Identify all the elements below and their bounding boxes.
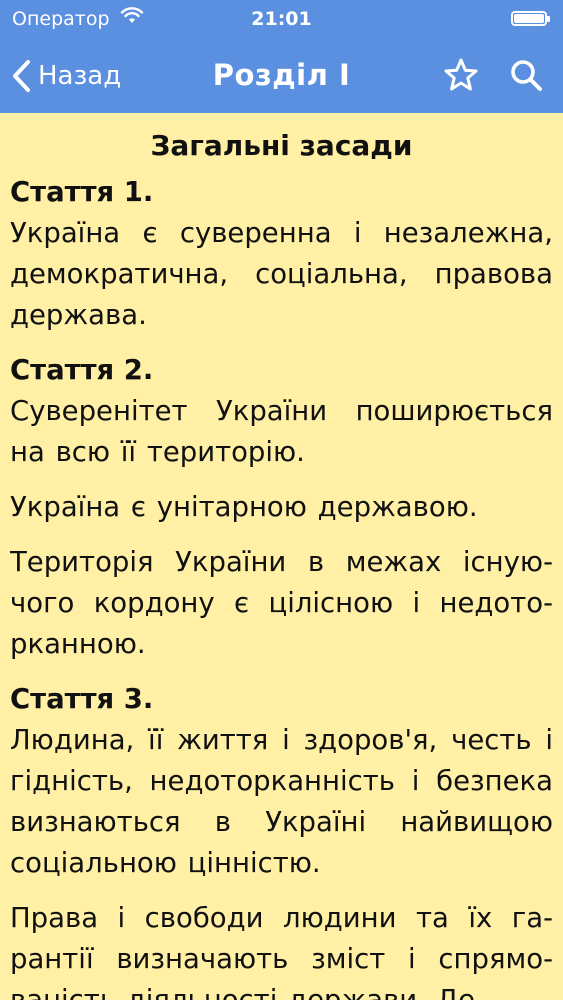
- article-paragraph: Територія України в межах існую­чого кор…: [10, 546, 553, 660]
- article-paragraph: Суверенітет України поширюється на всю ї…: [10, 395, 553, 468]
- search-icon[interactable]: [507, 56, 545, 94]
- star-icon[interactable]: [442, 56, 480, 94]
- article-paragraph: Україна є суверенна і незалежна, демокра…: [10, 217, 553, 331]
- section-title: Загальні засади: [150, 129, 413, 162]
- top-bar: Оператор 21:01 Назад Розділ I: [0, 0, 563, 113]
- article-content: Загальні засади Стаття 1. Україна є суве…: [10, 113, 553, 1000]
- status-bar: Оператор 21:01: [0, 0, 563, 40]
- battery-icon: [511, 11, 550, 26]
- article-title: Стаття 3.: [10, 683, 154, 715]
- article-title: Стаття 2.: [10, 354, 154, 386]
- navigation-bar: Назад Розділ I: [0, 40, 563, 113]
- status-time: 21:01: [251, 8, 312, 30]
- article-paragraph: Україна є унітарною державою.: [10, 491, 478, 523]
- article-paragraph: Людина, її життя і здоров'я, честь і гід…: [10, 724, 553, 879]
- article-title: Стаття 1.: [10, 176, 154, 208]
- article-paragraph: Права і свободи людини та їх га­рантії в…: [10, 902, 553, 1000]
